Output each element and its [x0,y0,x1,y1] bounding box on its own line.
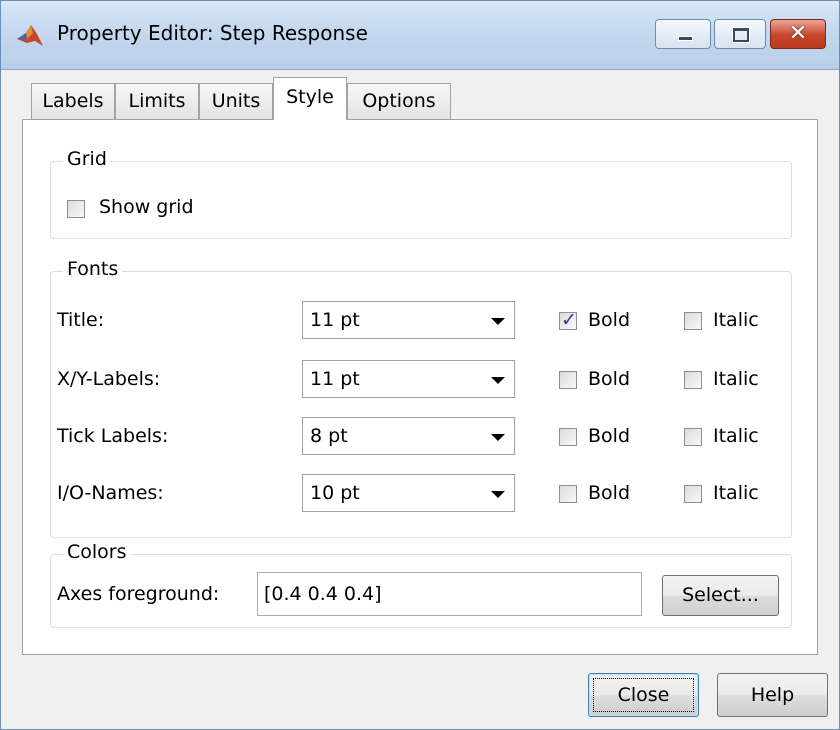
xy-labels-font-size-select[interactable]: 11 pt [302,360,515,398]
axes-foreground-input[interactable]: [0.4 0.4 0.4] [257,572,642,616]
io-names-font-size-value: 10 pt [310,482,360,504]
grid-group-title: Grid [63,148,111,170]
tick-labels-bold-label: Bold [588,425,630,447]
chevron-down-icon [491,434,505,441]
property-editor-window: Property Editor: Step Response ✕ Labels … [0,0,840,730]
help-button[interactable]: Help [717,673,828,717]
focus-ring [593,678,694,712]
maximize-icon [732,27,750,43]
tick-labels-font-size-value: 8 pt [310,425,348,447]
xy-labels-italic-label: Italic [713,368,759,390]
io-names-font-label: I/O-Names: [57,482,164,504]
io-names-italic-label: Italic [713,482,759,504]
title-font-size-select[interactable]: 11 pt [302,301,515,339]
tab-options[interactable]: Options [347,83,451,119]
style-tab-panel: Grid Show grid Fonts Title: 11 pt ✓ Bold… [22,119,818,655]
fonts-group: Fonts Title: 11 pt ✓ Bold Italic X/Y-Lab… [50,258,792,538]
chevron-down-icon [491,318,505,325]
fonts-group-title: Fonts [63,258,123,280]
show-grid-checkbox[interactable] [67,200,85,218]
colors-group-title: Colors [63,541,131,563]
tick-labels-italic-label: Italic [713,425,759,447]
tick-labels-font-size-select[interactable]: 8 pt [302,417,515,455]
chevron-down-icon [491,491,505,498]
tab-limits[interactable]: Limits [115,83,199,119]
tick-labels-italic-checkbox[interactable] [684,428,702,446]
window-title: Property Editor: Step Response [57,21,368,45]
title-italic-label: Italic [713,309,759,331]
show-grid-label: Show grid [99,196,194,218]
title-bold-checkbox[interactable]: ✓ [559,309,577,331]
checkmark-icon: ✓ [561,309,577,331]
xy-labels-bold-checkbox[interactable] [559,371,577,389]
matlab-logo-icon [17,25,43,46]
title-font-label: Title: [57,309,105,331]
maximize-button[interactable] [714,19,766,49]
tab-labels[interactable]: Labels [31,83,115,119]
grid-group: Grid Show grid [50,148,792,239]
xy-labels-font-label: X/Y-Labels: [57,368,161,390]
io-names-italic-checkbox[interactable] [684,485,702,503]
title-bar[interactable]: Property Editor: Step Response ✕ [1,1,839,70]
xy-labels-bold-label: Bold [588,368,630,390]
title-italic-checkbox[interactable] [684,312,702,330]
io-names-bold-label: Bold [588,482,630,504]
close-icon: ✕ [788,21,808,46]
axes-foreground-value: [0.4 0.4 0.4] [264,583,382,605]
xy-labels-italic-checkbox[interactable] [684,371,702,389]
tab-style[interactable]: Style [273,77,347,120]
tick-labels-bold-checkbox[interactable] [559,428,577,446]
xy-labels-font-size-value: 11 pt [310,368,360,390]
select-color-button[interactable]: Select... [662,575,779,616]
minimize-icon [678,36,693,41]
tab-units[interactable]: Units [199,83,273,119]
title-font-size-value: 11 pt [310,309,360,331]
chevron-down-icon [491,377,505,384]
tick-labels-font-label: Tick Labels: [57,425,169,447]
close-window-button[interactable]: ✕ [770,19,826,49]
io-names-font-size-select[interactable]: 10 pt [302,474,515,512]
minimize-button[interactable] [655,19,711,49]
io-names-bold-checkbox[interactable] [559,485,577,503]
title-bold-label: Bold [588,309,630,331]
axes-foreground-label: Axes foreground: [57,583,220,605]
close-button[interactable]: Close [588,673,699,717]
